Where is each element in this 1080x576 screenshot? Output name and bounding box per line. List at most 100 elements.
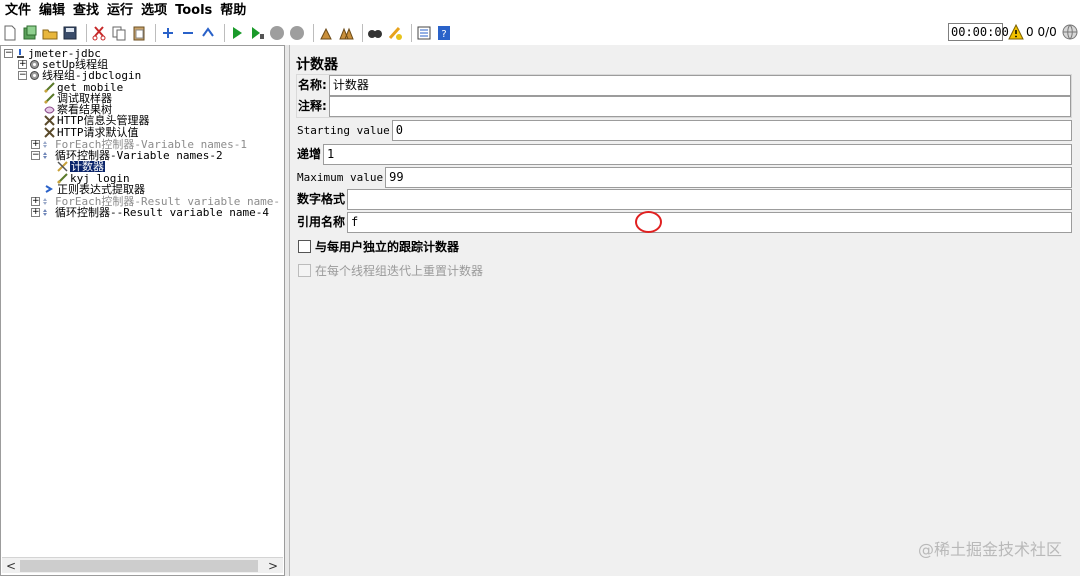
clear-icon[interactable] [318,25,334,41]
thread-count: 0/0 [1037,25,1057,39]
tree-node-thread-group[interactable]: − 线程组-jdbclogin [18,69,141,81]
svg-text:?: ? [441,29,446,40]
tree-node-label: ForEach控制器-Variable names-1 [55,137,247,151]
increment-field[interactable]: 1 [323,144,1072,165]
cut-icon[interactable] [91,25,107,41]
per-user-checkbox[interactable] [298,240,311,253]
tree-horizontal-scrollbar[interactable]: < > [2,557,283,573]
open-icon[interactable] [42,25,58,41]
tree-node-config[interactable]: HTTP请求默认值 [44,126,139,138]
starting-value-label: Starting value [297,124,390,137]
function-helper-icon[interactable] [416,25,432,41]
menu-bar: 文件 编辑 查找 运行 选项 Tools 帮助 [0,0,1080,21]
tree-node-label: 计数器 [70,159,105,173]
tree-node-label: HTTP请求默认值 [57,125,139,139]
test-plan-tree[interactable]: − jmeter-jdbc + setUp线程组 − 线程组-jdbclogin… [0,45,285,576]
number-format-field[interactable] [347,189,1072,210]
name-row: 名称: 计数器 [297,75,1071,96]
sampler-icon [44,81,55,93]
expand-toggle[interactable]: + [31,139,40,149]
gear-icon [29,59,40,70]
menu-file[interactable]: 文件 [2,0,34,21]
controller-icon [42,150,53,161]
tree-node-label: jmeter-jdbc [28,46,101,60]
scroll-right-icon[interactable]: > [268,559,278,573]
toolbar-separator [224,24,225,42]
per-user-counter-option[interactable]: 与每用户独立的跟踪计数器 [298,238,459,255]
expand-toggle[interactable]: + [31,196,40,206]
number-format-row: 数字格式 [296,189,1072,210]
stop-icon[interactable] [269,25,285,41]
warning-count: 0 [1026,25,1034,39]
name-field[interactable]: 计数器 [328,75,1071,96]
tree-node-config[interactable]: HTTP信息头管理器 [44,114,150,126]
menu-options[interactable]: 选项 [138,0,170,21]
warning-icon[interactable] [1008,23,1024,40]
tree-node-controller[interactable]: + 循环控制器--Result variable name-4 [31,206,269,218]
collapse-toggle[interactable]: − [18,70,27,80]
controller-icon [42,207,53,218]
page-title: 计数器 [296,57,338,73]
gear-icon [29,70,40,81]
expand-icon[interactable] [160,25,176,41]
comment-label: 注释: [298,99,327,113]
toolbar-separator [411,24,412,42]
controller-icon [42,196,53,207]
tree-node-label: 循环控制器--Result variable name-4 [55,205,269,219]
toolbar-separator [155,24,156,42]
starting-value-field[interactable]: 0 [391,120,1072,141]
collapse-icon[interactable] [180,25,196,41]
reference-name-label: 引用名称 [297,215,346,229]
starting-value-row: Starting value 0 [296,120,1072,141]
reset-per-iteration-option: 在每个线程组迭代上重置计数器 [298,262,483,279]
testplan-icon [15,48,26,59]
help-icon[interactable]: ? [436,25,452,41]
toggle-icon[interactable] [200,25,216,41]
collapse-toggle[interactable]: − [4,48,13,58]
expand-toggle[interactable]: + [18,59,27,69]
maximum-value-label: Maximum value [297,171,384,184]
reset-search-icon[interactable] [387,25,403,41]
paste-icon[interactable] [131,25,147,41]
menu-edit[interactable]: 编辑 [36,0,68,21]
expand-toggle[interactable]: + [31,207,40,217]
new-icon[interactable] [2,25,18,41]
per-user-label: 与每用户独立的跟踪计数器 [315,240,460,254]
tree-node-label: 线程组-jdbclogin [42,68,142,82]
comment-row: 注释: [297,96,1071,117]
tree-node-label: setUp线程组 [42,57,109,71]
search-icon[interactable] [367,25,383,41]
tree-node-counter[interactable]: 计数器 [57,160,105,172]
tree-node-label: HTTP信息头管理器 [57,113,150,127]
increment-label: 递增 [297,147,322,161]
status-counts: 0 0/0 [1026,23,1057,41]
shutdown-icon[interactable] [289,25,305,41]
number-format-label: 数字格式 [297,192,346,206]
collapse-toggle[interactable]: − [31,150,40,160]
counter-config-panel: 计数器 名称: 计数器 注释: Starting value 0 递增 1 Ma… [289,45,1080,576]
toolbar-separator [362,24,363,42]
templates-icon[interactable] [22,25,38,41]
save-icon[interactable] [62,25,78,41]
tree-node-extractor[interactable]: 正则表达式提取器 [44,183,145,195]
comment-field[interactable] [328,96,1071,117]
menu-help[interactable]: 帮助 [217,0,249,21]
toolbar-separator [86,24,87,42]
scrollbar-thumb[interactable] [20,560,258,572]
menu-search[interactable]: 查找 [70,0,102,21]
menu-tools[interactable]: Tools [172,0,215,21]
reset-label: 在每个线程组迭代上重置计数器 [315,264,484,278]
clear-all-icon[interactable] [338,25,354,41]
maximum-value-field[interactable]: 99 [385,167,1072,188]
start-icon[interactable] [229,25,245,41]
scroll-left-icon[interactable]: < [6,559,16,573]
remote-globe-icon[interactable] [1062,24,1078,40]
copy-icon[interactable] [111,25,127,41]
menu-run[interactable]: 运行 [104,0,136,21]
reset-checkbox [298,264,311,277]
sampler-icon [44,92,55,104]
config-icon [44,126,55,138]
reference-name-field[interactable]: f [347,212,1072,233]
start-no-pause-icon[interactable] [249,25,265,41]
controller-icon [42,139,53,150]
